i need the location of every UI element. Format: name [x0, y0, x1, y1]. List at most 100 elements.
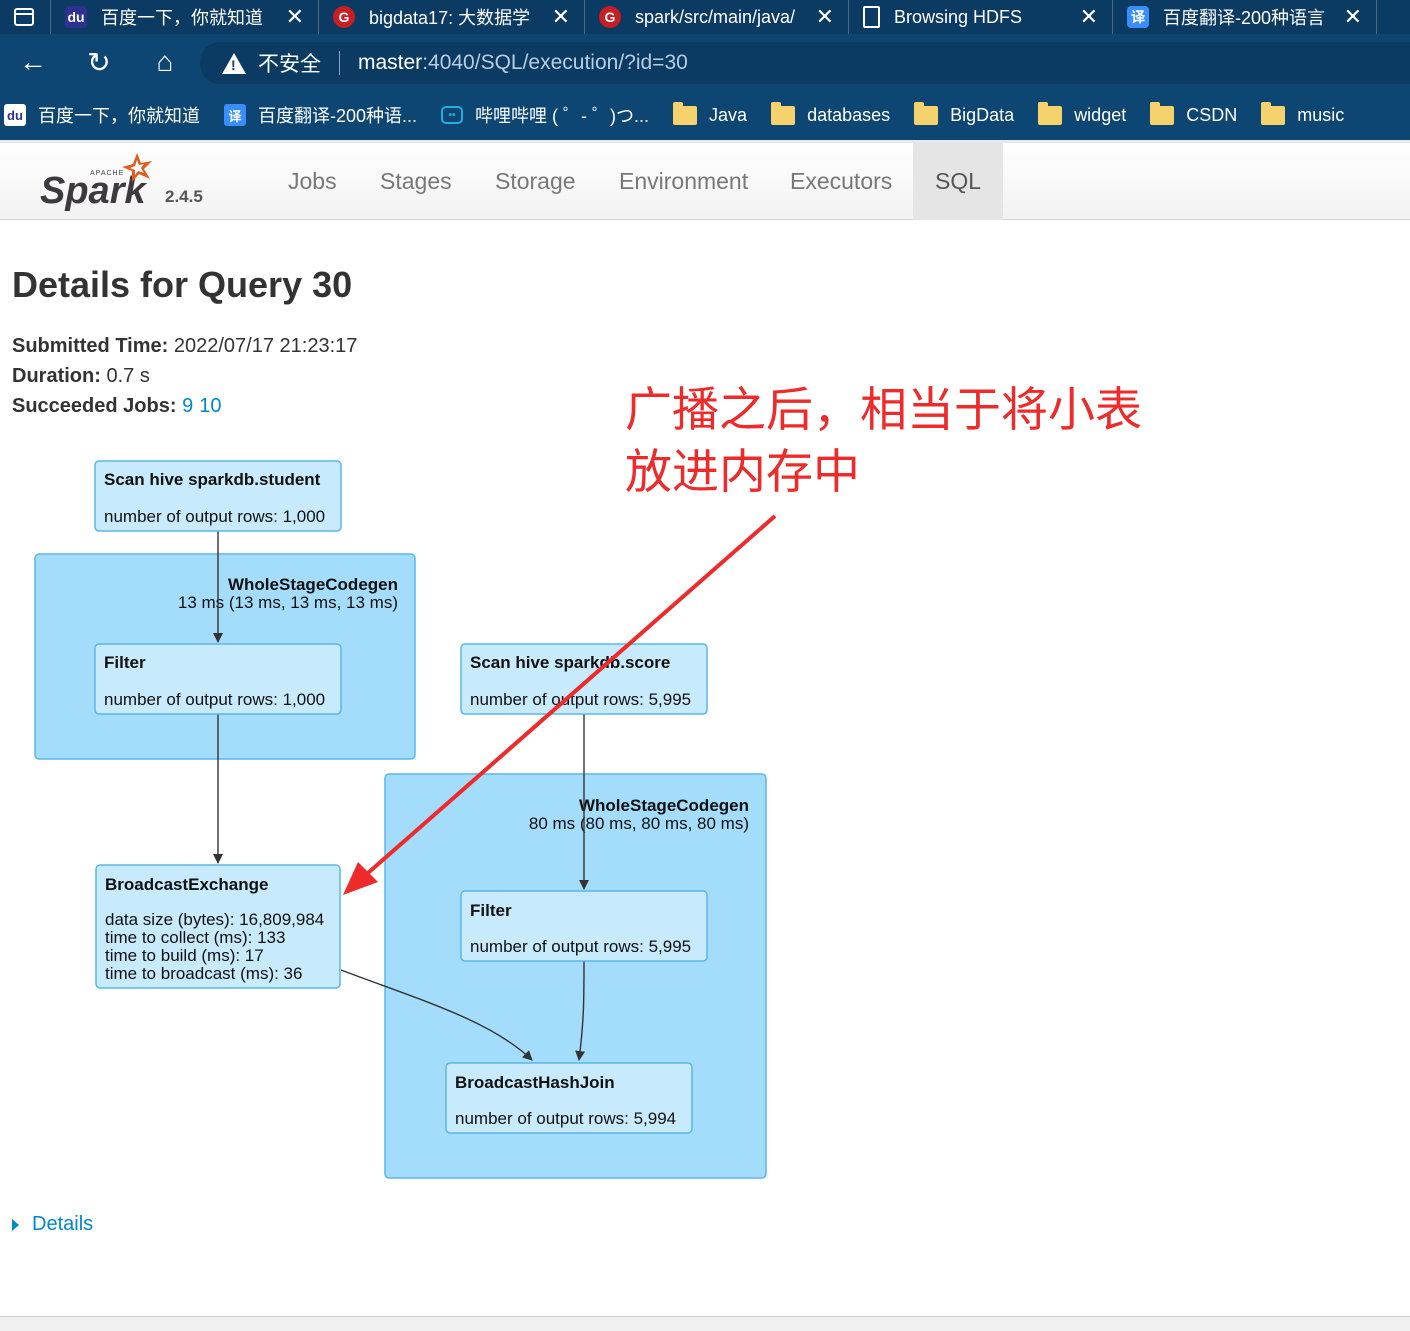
- nav-executors[interactable]: Executors: [768, 143, 914, 220]
- tab-label: bigdata17: 大数据学: [369, 8, 531, 28]
- bilibili-tv-icon: ••: [441, 106, 464, 124]
- close-icon[interactable]: ✕: [1344, 4, 1362, 30]
- bookmark-label: 百度翻译-200种语...: [258, 106, 418, 126]
- back-arrow-icon[interactable]: ←: [0, 34, 66, 90]
- warning-icon: [222, 52, 246, 74]
- succeeded-jobs-row: Succeeded Jobs: 9 10: [12, 395, 227, 418]
- horizontal-scrollbar[interactable]: [0, 1316, 1410, 1331]
- close-icon[interactable]: ✕: [816, 4, 834, 30]
- node-title: Scan hive sparkdb.score: [470, 653, 670, 672]
- caret-right-icon: [12, 1218, 19, 1231]
- node-metric: number of output rows: 1,000: [104, 507, 325, 526]
- url-divider: [339, 51, 340, 75]
- bookmark-label: 百度一下，你就知道: [38, 106, 200, 126]
- node-metric: number of output rows: 1,000: [104, 690, 325, 709]
- query-plan-graph: WholeStageCodegen 13 ms (13 ms, 13 ms, 1…: [34, 460, 777, 1179]
- browser-tab-bar: du 百度一下，你就知道 ✕ G bigdata17: 大数据学 ✕ G spa…: [0, 0, 1410, 34]
- bookmark-label: BigData: [950, 104, 1015, 125]
- bookmark-bilibili[interactable]: •• 哔哩哔哩 ( ゜- ゜)つ...: [441, 102, 649, 128]
- folder-icon: [1150, 101, 1175, 125]
- bookmark-baidu[interactable]: du 百度一下，你就知道: [4, 102, 200, 128]
- node-broadcast-hash-join: BroadcastHashJoin number of output rows:…: [445, 1062, 693, 1134]
- spark-version: 2.4.5: [165, 187, 203, 206]
- nav-stages[interactable]: Stages: [358, 143, 474, 220]
- close-icon[interactable]: ✕: [286, 4, 304, 30]
- baidu-paw-icon: du: [4, 104, 26, 126]
- job-link[interactable]: 10: [199, 395, 221, 417]
- browser-address-bar: ← ↻ ⌂ 不安全 master :4040/SQL/execution/?id…: [0, 34, 1410, 90]
- close-icon[interactable]: ✕: [1080, 4, 1098, 30]
- close-icon[interactable]: ✕: [552, 4, 570, 30]
- duration-label: Duration:: [12, 365, 101, 387]
- tab-label: 百度翻译-200种语言: [1163, 8, 1325, 28]
- bookmark-folder-music[interactable]: music: [1261, 101, 1345, 126]
- translate-icon: 译: [1127, 6, 1149, 28]
- cluster-2-title: WholeStageCodegen: [579, 796, 749, 815]
- duration-value: 0.7 s: [106, 365, 150, 387]
- bookmark-baidu-translate[interactable]: 译 百度翻译-200种语...: [224, 102, 417, 128]
- bookmark-folder-csdn[interactable]: CSDN: [1150, 101, 1238, 126]
- details-toggle[interactable]: Details: [12, 1213, 93, 1236]
- home-icon[interactable]: ⌂: [132, 34, 198, 90]
- baidu-paw-icon: du: [65, 6, 87, 28]
- reload-icon[interactable]: ↻: [66, 34, 132, 90]
- browser-tab-baidu-translate[interactable]: 译 百度翻译-200种语言 ✕: [1112, 0, 1374, 34]
- tab-actions-icon[interactable]: [0, 0, 48, 34]
- node-metric: time to collect (ms): 133: [105, 928, 285, 947]
- node-title: Filter: [104, 653, 146, 672]
- cluster-1-title: WholeStageCodegen: [228, 575, 398, 594]
- spark-navbar: APACHE Spark 2.4.5 Jobs Stages Storage E…: [0, 140, 1410, 220]
- document-icon: [863, 6, 880, 28]
- folder-icon: [1038, 101, 1063, 125]
- bookmark-folder-databases[interactable]: databases: [771, 101, 891, 126]
- node-metric: number of output rows: 5,994: [455, 1109, 676, 1128]
- node-metric: number of output rows: 5,995: [470, 937, 691, 956]
- bookmark-folder-java[interactable]: Java: [673, 101, 748, 126]
- url-path: :4040/SQL/execution/?id=30: [422, 51, 688, 74]
- nav-environment[interactable]: Environment: [597, 143, 770, 220]
- node-metric: number of output rows: 5,995: [470, 690, 691, 709]
- folder-icon: [914, 101, 939, 125]
- gitee-g-icon: G: [333, 6, 355, 28]
- node-scan-score: Scan hive sparkdb.score number of output…: [460, 643, 708, 715]
- browser-tab-gitee-bigdata[interactable]: G bigdata17: 大数据学 ✕: [318, 0, 582, 34]
- node-title: BroadcastHashJoin: [455, 1073, 615, 1092]
- node-title: Scan hive sparkdb.student: [104, 470, 321, 489]
- tab-label: Browsing HDFS: [894, 6, 1023, 27]
- browser-tab-hdfs[interactable]: Browsing HDFS ✕: [848, 0, 1110, 34]
- browser-tab-gitee-spark[interactable]: G spark/src/main/java/ ✕: [584, 0, 846, 34]
- gitee-g-icon: G: [599, 6, 621, 28]
- browser-tab-baidu[interactable]: du 百度一下，你就知道 ✕: [50, 0, 316, 34]
- nav-sql[interactable]: SQL: [913, 143, 1003, 220]
- bookmark-folder-bigdata[interactable]: BigData: [914, 101, 1015, 126]
- url-field[interactable]: 不安全 master :4040/SQL/execution/?id=30: [200, 42, 1410, 84]
- bookmark-label: Java: [709, 104, 748, 125]
- submitted-time-label: Submitted Time:: [12, 335, 169, 357]
- submitted-time-value: 2022/07/17 21:23:17: [173, 335, 358, 357]
- succeeded-jobs-label: Succeeded Jobs:: [12, 395, 177, 417]
- spark-logo-wordmark: Spark: [40, 170, 147, 211]
- browser-tab-overflow[interactable]: [1376, 0, 1410, 34]
- nav-jobs[interactable]: Jobs: [266, 143, 359, 220]
- bookmark-label: 哔哩哔哩 ( ゜- ゜)つ...: [475, 106, 650, 126]
- page-title: Details for Query 30: [12, 264, 353, 305]
- bookmark-label: music: [1297, 104, 1345, 125]
- cluster-2-metric: 80 ms (80 ms, 80 ms, 80 ms): [529, 814, 749, 833]
- tab-label: 百度一下，你就知道: [101, 8, 263, 28]
- node-metric: data size (bytes): 16,809,984: [105, 910, 324, 929]
- annotation-note: 广播之后，相当于将小表 放进内存中: [625, 380, 1142, 504]
- submitted-time-row: Submitted Time: 2022/07/17 21:23:17: [12, 335, 357, 358]
- node-metric: time to build (ms): 17: [105, 946, 264, 965]
- node-scan-student: Scan hive sparkdb.student number of outp…: [94, 460, 342, 532]
- bookmark-label: databases: [807, 104, 891, 125]
- node-title: Filter: [470, 901, 512, 920]
- bookmark-folder-widget[interactable]: widget: [1038, 101, 1127, 126]
- duration-row: Duration: 0.7 s: [12, 365, 150, 388]
- insecure-label[interactable]: 不安全: [258, 48, 321, 78]
- bookmark-label: widget: [1074, 104, 1127, 125]
- nav-storage[interactable]: Storage: [473, 143, 598, 220]
- annotation-line-2: 放进内存中: [625, 445, 860, 500]
- bookmark-label: CSDN: [1186, 104, 1238, 125]
- job-link[interactable]: 9: [182, 395, 193, 417]
- node-filter-1: Filter number of output rows: 1,000: [94, 643, 342, 715]
